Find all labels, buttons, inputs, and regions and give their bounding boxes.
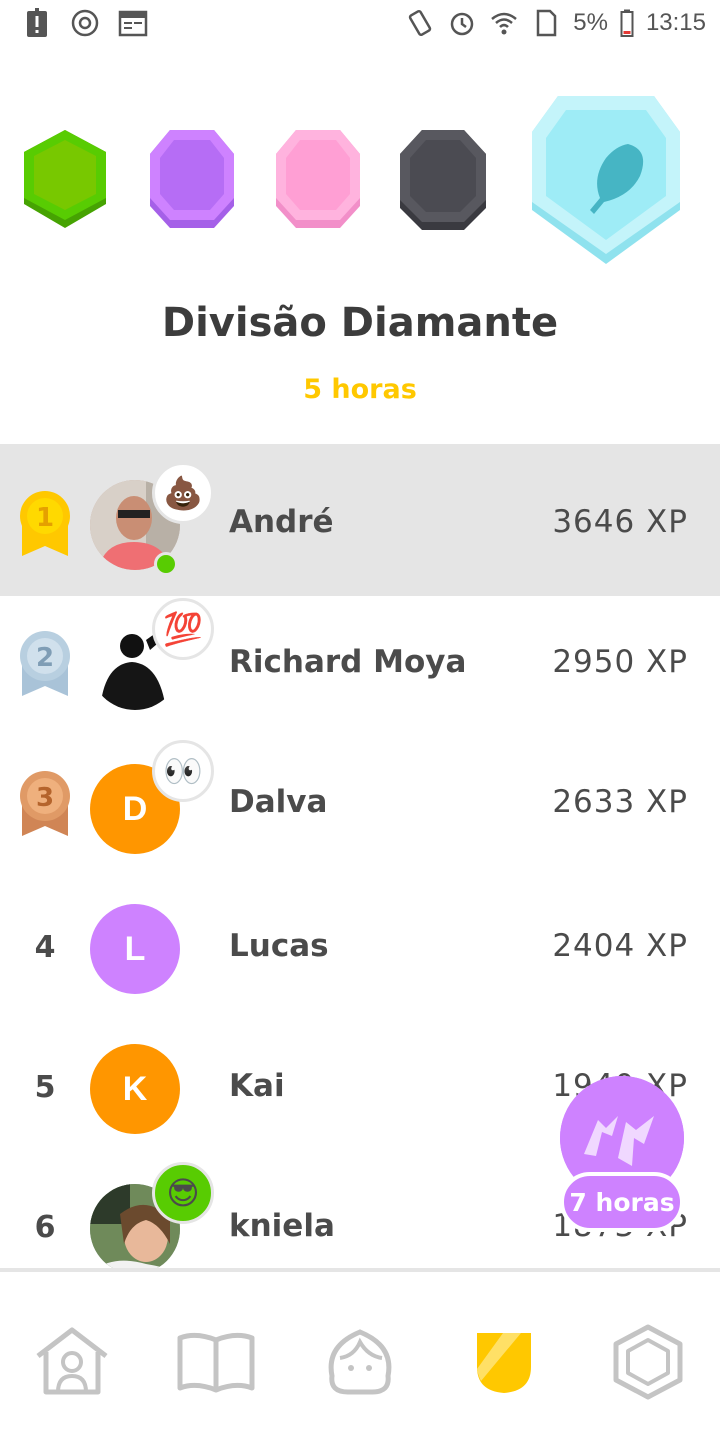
battery-icon — [620, 8, 634, 38]
online-status-indicator — [154, 552, 178, 576]
double-xp-timer[interactable]: 7 horas — [560, 1172, 684, 1232]
bronze-medal-icon: 3 — [20, 771, 70, 836]
green-league-badge-icon[interactable] — [22, 128, 108, 230]
silver-medal-icon: 2 — [20, 631, 70, 696]
bottom-nav — [0, 1268, 720, 1440]
profile-icon — [328, 1329, 392, 1395]
rank-number: 3 — [36, 783, 54, 813]
user-xp: 2950 XP — [552, 644, 688, 680]
reaction-badge: 💯 — [152, 598, 214, 660]
calendar-icon — [118, 8, 148, 38]
avatar[interactable]: L — [90, 904, 180, 994]
pink-league-badge-icon[interactable] — [274, 128, 362, 230]
leagues-shield-icon — [477, 1333, 531, 1393]
rank-number: 4 — [34, 930, 56, 965]
leaderboard-row[interactable]: 4 L Lucas 2404 XP — [0, 876, 720, 1028]
leaderboard-row[interactable]: 1 💩 André 3646 XP — [0, 444, 720, 596]
user-xp: 2633 XP — [552, 784, 688, 820]
rank-number: 6 — [34, 1210, 56, 1245]
league-time-left: 5 horas — [303, 374, 417, 405]
user-name: Dalva — [229, 784, 328, 820]
nav-shop[interactable] — [606, 1320, 690, 1404]
rank-number: 5 — [34, 1070, 56, 1105]
user-xp: 2404 XP — [552, 928, 688, 964]
gold-medal-icon: 1 — [20, 491, 70, 556]
rank-number: 2 — [36, 643, 54, 673]
league-badges — [0, 88, 720, 278]
league-title: Divisão Diamante — [161, 300, 559, 346]
at-sign-icon — [70, 8, 100, 38]
user-name: Lucas — [229, 928, 329, 964]
avatar-initial: L — [124, 929, 146, 968]
nav-leagues[interactable] — [462, 1320, 546, 1404]
home-icon — [36, 1327, 108, 1395]
rank-number: 1 — [36, 503, 54, 533]
user-name: Richard Moya — [229, 644, 467, 680]
nav-home[interactable] — [30, 1320, 114, 1404]
avatar[interactable]: K — [90, 1044, 180, 1134]
clock-time: 13:15 — [645, 9, 706, 36]
wifi-icon — [489, 8, 519, 38]
purple-league-badge-icon[interactable] — [148, 128, 236, 230]
reaction-badge: 👀 — [152, 740, 214, 802]
user-name: André — [229, 504, 334, 540]
shop-icon — [613, 1324, 683, 1400]
reaction-badge: 💩 — [152, 462, 214, 524]
avatar-initial: D — [122, 789, 148, 828]
sd-card-icon — [531, 8, 561, 38]
user-xp: 3646 XP — [552, 504, 688, 540]
diamond-league-badge-icon[interactable] — [528, 92, 684, 268]
nav-stories[interactable] — [174, 1320, 258, 1404]
alarm-icon — [447, 8, 477, 38]
leaderboard-row[interactable]: 2 💯 Richard Moya 2950 XP — [0, 596, 720, 748]
nav-profile[interactable] — [318, 1320, 402, 1404]
avatar-initial: K — [122, 1069, 148, 1108]
reaction-badge: 😎 — [152, 1162, 214, 1224]
leaderboard-row[interactable]: 3 D 👀 Dalva 2633 XP — [0, 736, 720, 888]
user-name: kniela — [229, 1208, 335, 1244]
status-bar: 5% 13:15 — [0, 0, 720, 50]
stories-book-icon — [177, 1332, 255, 1393]
alert-icon — [22, 8, 52, 38]
vibrate-icon — [405, 8, 435, 38]
battery-percent: 5% — [573, 9, 608, 36]
obsidian-league-badge-icon[interactable] — [398, 128, 488, 232]
user-name: Kai — [229, 1068, 285, 1104]
